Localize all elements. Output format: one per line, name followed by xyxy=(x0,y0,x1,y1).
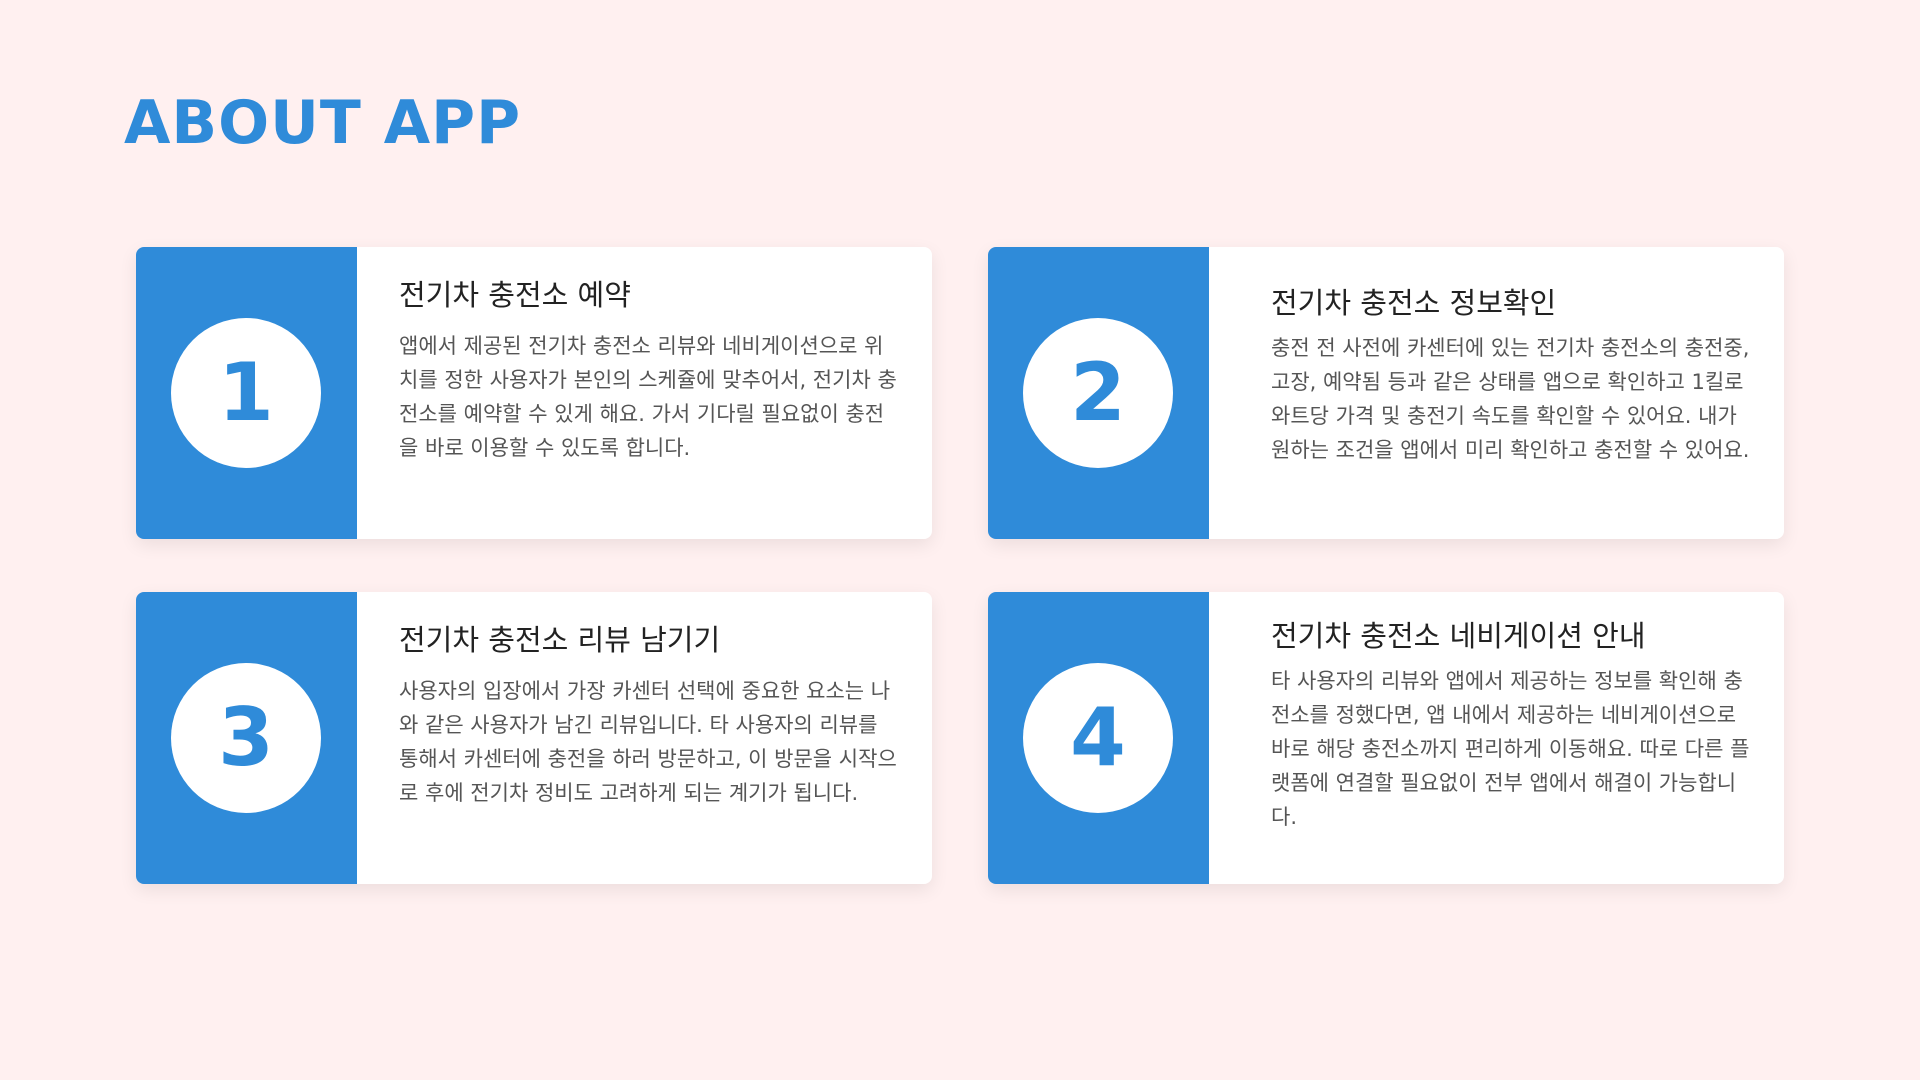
number-badge: 1 xyxy=(171,318,321,468)
badge-panel: 4 xyxy=(988,592,1209,884)
card-title: 전기차 충전소 리뷰 남기기 xyxy=(399,623,721,657)
about-app-page: ABOUT APP 1 전기차 충전소 예약 앱에서 제공된 전기차 충전소 리… xyxy=(0,0,1920,1080)
number-badge: 2 xyxy=(1023,318,1173,468)
card-body: 전기차 충전소 예약 앱에서 제공된 전기차 충전소 리뷰와 네비게이션으로 위… xyxy=(399,277,899,465)
card-description: 앱에서 제공된 전기차 충전소 리뷰와 네비게이션으로 위치를 정한 사용자가 … xyxy=(399,333,897,460)
badge-number: 1 xyxy=(218,346,274,439)
badge-number: 2 xyxy=(1070,346,1126,439)
card-body: 전기차 충전소 정보확인 충전 전 사전에 카센터에 있는 전기차 충전소의 충… xyxy=(1271,285,1751,467)
number-badge: 4 xyxy=(1023,663,1173,813)
badge-panel: 1 xyxy=(136,247,357,539)
card-body: 전기차 충전소 리뷰 남기기 사용자의 입장에서 가장 카센터 선택에 중요한 … xyxy=(399,622,899,810)
feature-card-info: 2 전기차 충전소 정보확인 충전 전 사전에 카센터에 있는 전기차 충전소의… xyxy=(988,247,1784,539)
card-description: 충전 전 사전에 카센터에 있는 전기차 충전소의 충전중, 고장, 예약됨 등… xyxy=(1271,335,1750,462)
card-description: 사용자의 입장에서 가장 카센터 선택에 중요한 요소는 나와 같은 사용자가 … xyxy=(399,678,897,805)
feature-card-navigation: 4 전기차 충전소 네비게이션 안내 타 사용자의 리뷰와 앱에서 제공하는 정… xyxy=(988,592,1784,884)
badge-number: 4 xyxy=(1070,691,1126,784)
number-badge: 3 xyxy=(171,663,321,813)
card-title: 전기차 충전소 예약 xyxy=(399,278,631,312)
card-body: 전기차 충전소 네비게이션 안내 타 사용자의 리뷰와 앱에서 제공하는 정보를… xyxy=(1271,618,1751,834)
feature-card-review: 3 전기차 충전소 리뷰 남기기 사용자의 입장에서 가장 카센터 선택에 중요… xyxy=(136,592,932,884)
badge-number: 3 xyxy=(218,691,274,784)
card-title: 전기차 충전소 정보확인 xyxy=(1271,286,1557,320)
feature-card-reservation: 1 전기차 충전소 예약 앱에서 제공된 전기차 충전소 리뷰와 네비게이션으로… xyxy=(136,247,932,539)
card-title: 전기차 충전소 네비게이션 안내 xyxy=(1271,619,1646,653)
page-title: ABOUT APP xyxy=(124,88,522,158)
badge-panel: 2 xyxy=(988,247,1209,539)
card-description: 타 사용자의 리뷰와 앱에서 제공하는 정보를 확인해 충전소를 정했다면, 앱… xyxy=(1271,668,1750,829)
badge-panel: 3 xyxy=(136,592,357,884)
